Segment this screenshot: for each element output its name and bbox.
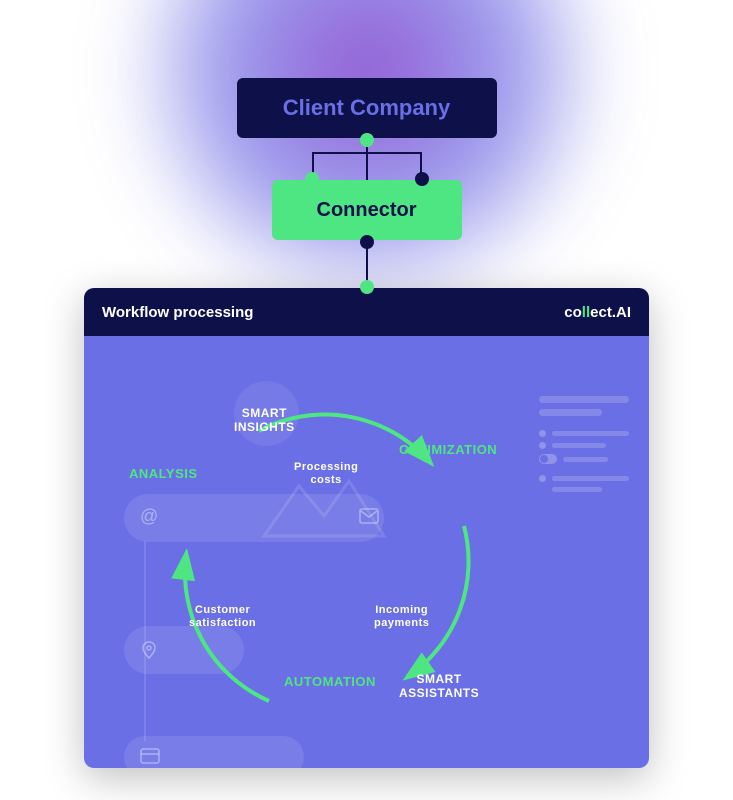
connector-dot-bottom-green [360, 280, 374, 294]
label-smart-assistants: SMART ASSISTANTS [399, 672, 479, 701]
brand-suffix: ect.AI [590, 304, 631, 321]
fork-dot-right [415, 172, 429, 186]
mini-ui-preview [539, 396, 629, 497]
mini-row [539, 487, 629, 492]
mini-toggle-icon [539, 454, 557, 464]
brand-prefix: co [564, 304, 582, 321]
mini-row [539, 430, 629, 437]
mini-dot-icon [539, 475, 546, 482]
label-processing-costs: Processing costs [294, 461, 358, 487]
label-customer-satisfaction: Customer satisfaction [189, 604, 256, 630]
connector-label: Connector [317, 199, 417, 222]
connector-dot-bottom-dark [360, 235, 374, 249]
mini-dot-icon [539, 430, 546, 437]
mini-stub [552, 487, 602, 492]
mini-dot-icon [539, 442, 546, 449]
connector-box: Connector [272, 180, 462, 240]
mini-stub [563, 457, 608, 462]
panel-header: Workflow processing collect.AI [84, 288, 649, 336]
brand-accent: ll [582, 304, 590, 321]
mini-row [539, 442, 629, 449]
client-company-label: Client Company [283, 95, 450, 121]
fork-verticals [312, 152, 422, 154]
mini-bar [539, 409, 602, 416]
label-automation: AUTOMATION [284, 674, 376, 690]
mini-stub [552, 443, 606, 448]
fork-dot-left [305, 172, 319, 186]
label-smart-insights: SMART INSIGHTS [234, 406, 295, 435]
brand-logo: collect.AI [564, 304, 631, 321]
mini-stub [552, 431, 629, 436]
label-incoming-payments: Incoming payments [374, 604, 429, 630]
connector-dot [360, 133, 374, 147]
panel-body: @ SMART INSIGHTS OPTIMIZATION ANALYSIS [84, 336, 649, 768]
label-optimization: OPTIMIZATION [399, 442, 497, 458]
panel-title: Workflow processing [102, 304, 253, 321]
client-company-box: Client Company [237, 78, 497, 138]
mini-bar [539, 396, 629, 403]
label-analysis: ANALYSIS [129, 466, 198, 482]
mini-row [539, 454, 629, 464]
mini-stub [552, 476, 629, 481]
mini-row [539, 475, 629, 482]
workflow-panel: Workflow processing collect.AI @ [84, 288, 649, 768]
